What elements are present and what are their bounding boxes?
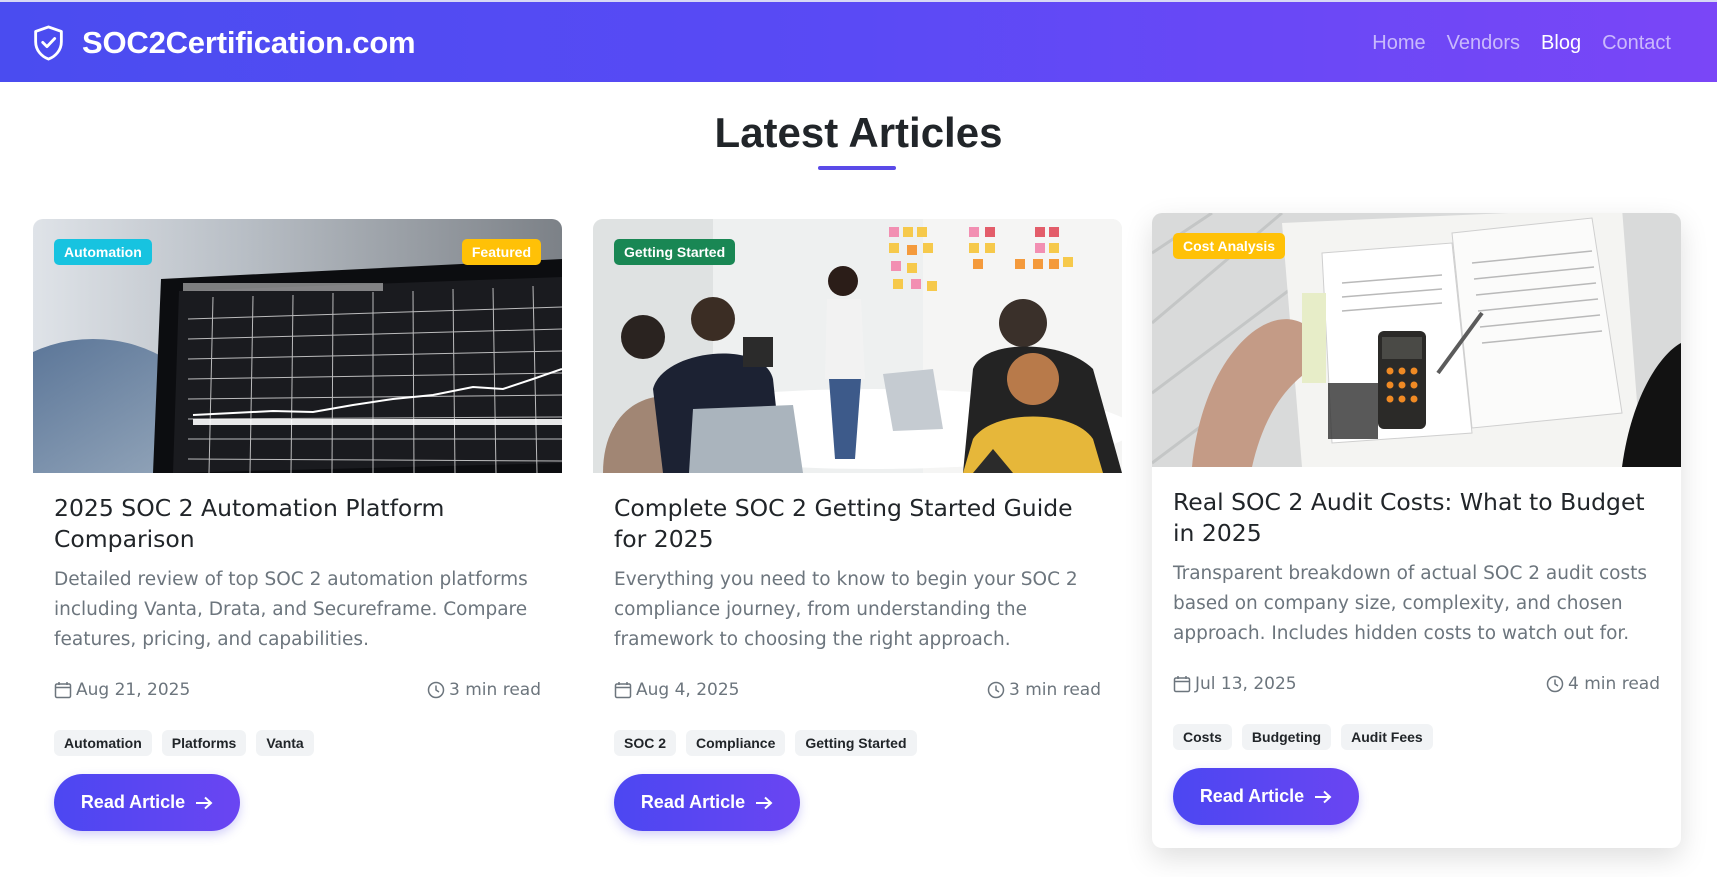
tag[interactable]: Automation	[54, 730, 152, 756]
read-article-button[interactable]: Read Article	[54, 774, 240, 831]
tag[interactable]: Vanta	[256, 730, 314, 756]
card-body: Complete SOC 2 Getting Started Guide for…	[614, 493, 1104, 655]
category-badge: Automation	[54, 239, 152, 265]
article-card-automation: Automation Featured 2025 SOC 2 Automatio…	[33, 219, 562, 854]
article-image[interactable]: Automation Featured	[33, 219, 562, 473]
shield-check-icon	[34, 25, 63, 61]
clock-icon	[987, 681, 1005, 699]
top-navbar: SOC2Certification.com Home Vendors Blog …	[0, 0, 1717, 82]
read-time-text: 4 min read	[1568, 674, 1660, 694]
nav-contact[interactable]: Contact	[1602, 32, 1671, 55]
nav-home[interactable]: Home	[1372, 32, 1425, 55]
tag[interactable]: Platforms	[161, 730, 247, 756]
read-article-button[interactable]: Read Article	[614, 774, 800, 831]
article-date: Jul 13, 2025	[1173, 674, 1297, 694]
date-text: Aug 4, 2025	[636, 680, 740, 700]
article-tags: SOC 2 Compliance Getting Started	[614, 730, 917, 756]
article-date: Aug 4, 2025	[614, 680, 740, 700]
article-description: Detailed review of top SOC 2 automation …	[54, 569, 528, 650]
tag[interactable]: SOC 2	[614, 730, 677, 756]
brand-name: SOC2Certification.com	[82, 25, 416, 60]
category-badge: Cost Analysis	[1173, 233, 1286, 259]
tag[interactable]: Compliance	[686, 730, 786, 756]
arrow-right-icon	[1315, 790, 1332, 803]
calendar-icon	[1173, 676, 1191, 693]
read-time-text: 3 min read	[449, 680, 541, 700]
article-card-cost-analysis: Cost Analysis Real SOC 2 Audit Costs: Wh…	[1152, 213, 1681, 848]
clock-icon	[1546, 675, 1564, 693]
card-body: 2025 SOC 2 Automation Platform Compariso…	[54, 493, 544, 655]
article-image[interactable]: Getting Started	[593, 219, 1122, 473]
calendar-icon	[614, 682, 632, 699]
card-body: Real SOC 2 Audit Costs: What to Budget i…	[1173, 487, 1663, 649]
button-label: Read Article	[1199, 786, 1305, 806]
featured-badge: Featured	[461, 239, 541, 265]
tag[interactable]: Audit Fees	[1341, 724, 1433, 750]
title-underline	[818, 166, 896, 170]
read-time: 3 min read	[987, 680, 1101, 700]
article-tags: Automation Platforms Vanta	[54, 730, 314, 756]
section-title: Latest Articles	[714, 109, 1003, 156]
category-badge: Getting Started	[614, 239, 736, 265]
main-nav: Home Vendors Blog Contact	[1351, 32, 1671, 55]
article-title[interactable]: Real SOC 2 Audit Costs: What to Budget i…	[1173, 487, 1663, 549]
article-title[interactable]: 2025 SOC 2 Automation Platform Compariso…	[54, 493, 544, 555]
tag[interactable]: Budgeting	[1241, 724, 1332, 750]
read-time: 3 min read	[427, 680, 541, 700]
button-label: Read Article	[80, 792, 186, 812]
article-card-getting-started: Getting Started Complete SOC 2 Getting S…	[593, 219, 1122, 854]
date-text: Aug 21, 2025	[76, 680, 191, 700]
button-label: Read Article	[640, 792, 746, 812]
nav-vendors[interactable]: Vendors	[1447, 32, 1520, 55]
read-time-text: 3 min read	[1009, 680, 1101, 700]
date-text: Jul 13, 2025	[1195, 674, 1297, 694]
brand-link[interactable]: SOC2Certification.com	[33, 25, 416, 61]
article-tags: Costs Budgeting Audit Fees	[1173, 724, 1433, 750]
read-time: 4 min read	[1546, 674, 1660, 694]
tag[interactable]: Getting Started	[795, 730, 917, 756]
article-description: Transparent breakdown of actual SOC 2 au…	[1173, 563, 1647, 644]
article-image[interactable]: Cost Analysis	[1152, 213, 1681, 467]
arrow-right-icon	[196, 796, 213, 809]
article-title[interactable]: Complete SOC 2 Getting Started Guide for…	[614, 493, 1104, 555]
article-description: Everything you need to know to begin you…	[614, 569, 1078, 650]
clock-icon	[427, 681, 445, 699]
arrow-right-icon	[756, 796, 773, 809]
read-article-button[interactable]: Read Article	[1173, 768, 1359, 825]
tag[interactable]: Costs	[1173, 724, 1232, 750]
nav-blog[interactable]: Blog	[1541, 32, 1581, 55]
calendar-icon	[54, 682, 72, 699]
article-date: Aug 21, 2025	[54, 680, 190, 700]
